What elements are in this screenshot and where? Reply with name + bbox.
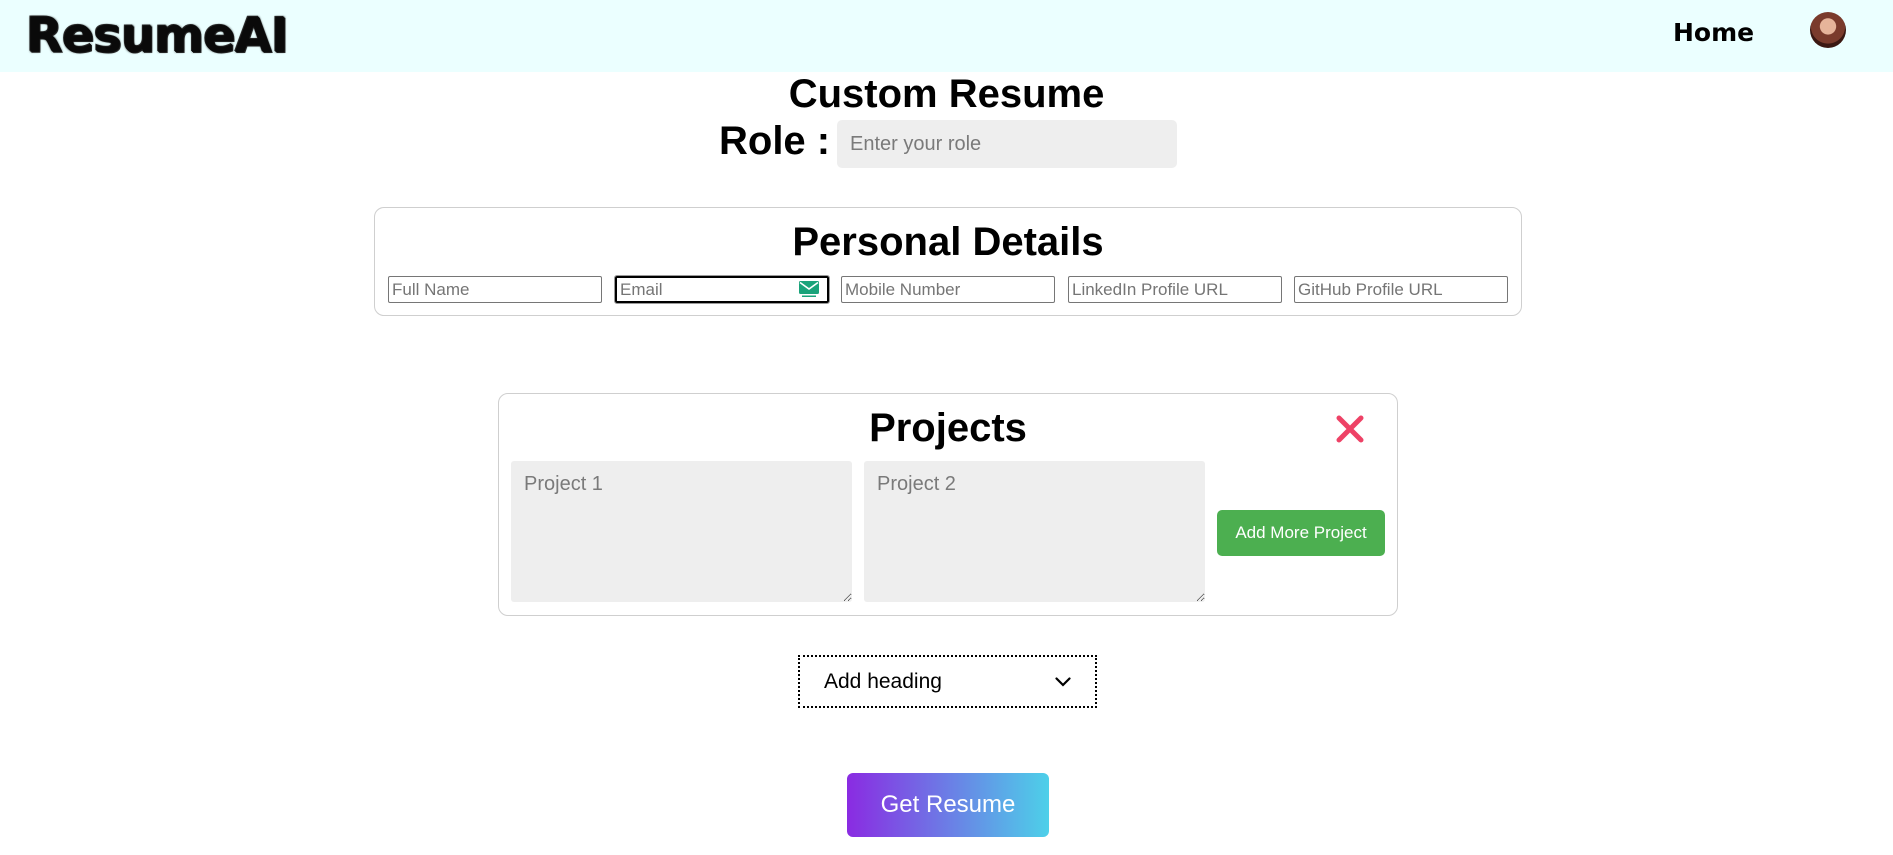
user-avatar[interactable] [1810, 12, 1846, 48]
personal-details-title: Personal Details [792, 220, 1104, 264]
add-more-project-button[interactable]: Add More Project [1217, 510, 1385, 556]
personal-details-section: Personal Details [374, 207, 1522, 316]
navbar: ResumeAI Home [0, 0, 1893, 72]
nav-link-home[interactable]: Home [1673, 18, 1754, 47]
linkedin-url-input[interactable] [1068, 276, 1282, 303]
page-title: Custom Resume [788, 72, 1105, 116]
add-heading-selected-value: Add heading [824, 669, 942, 693]
full-name-input[interactable] [388, 276, 602, 303]
projects-section: Projects Add More Project [498, 393, 1398, 616]
email-autofill-icon[interactable] [799, 281, 819, 298]
role-input[interactable] [837, 120, 1177, 168]
get-resume-button[interactable]: Get Resume [847, 773, 1049, 837]
mobile-number-input[interactable] [841, 276, 1055, 303]
project-1-textarea[interactable] [511, 461, 852, 602]
projects-title: Projects [869, 406, 1027, 450]
app-logo[interactable]: ResumeAI [26, 8, 289, 64]
email-input[interactable] [614, 275, 830, 304]
chevron-down-icon [1055, 676, 1071, 687]
close-icon[interactable] [1335, 414, 1365, 444]
role-label: Role : [719, 119, 831, 163]
project-2-textarea[interactable] [864, 461, 1205, 602]
add-heading-select[interactable]: Add heading [798, 655, 1097, 708]
github-url-input[interactable] [1294, 276, 1508, 303]
